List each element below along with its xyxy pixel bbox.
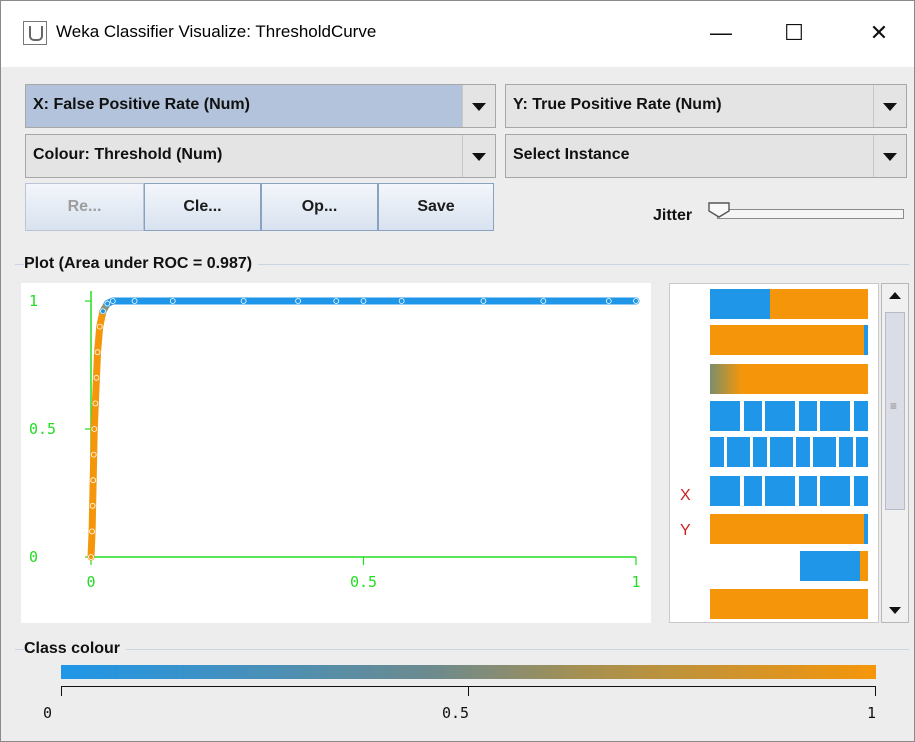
- title-bar: Weka Classifier Visualize: ThresholdCurv…: [1, 1, 914, 67]
- x-tick-label: 1: [631, 573, 640, 591]
- reset-button[interactable]: Re...: [25, 183, 144, 231]
- attribute-bar[interactable]: [710, 437, 868, 467]
- jitter-label: Jitter: [653, 207, 693, 224]
- chevron-down-icon[interactable]: [873, 135, 906, 177]
- roc-curve-segment: [94, 323, 104, 356]
- attribute-panel-scrollbar[interactable]: [881, 283, 909, 623]
- attribute-bars-panel[interactable]: X Y: [669, 283, 879, 623]
- roc-point: [398, 298, 405, 304]
- instance-select-label: Select Instance: [513, 146, 630, 163]
- colour-scale-tick: [875, 686, 876, 696]
- roc-point: [295, 298, 302, 304]
- x-axis-select[interactable]: X: False Positive Rate (Num): [25, 84, 496, 128]
- x-axis-marker: X: [680, 487, 691, 504]
- weka-visualize-window: Weka Classifier Visualize: ThresholdCurv…: [0, 0, 915, 742]
- roc-curve-segment: [91, 374, 100, 407]
- attribute-bar[interactable]: [710, 289, 868, 319]
- roc-point: [92, 400, 99, 407]
- roc-point: [109, 298, 116, 304]
- class-colour-group-label: Class colour: [24, 640, 127, 658]
- roc-point: [240, 298, 247, 304]
- colour-select[interactable]: Colour: Threshold (Num): [25, 134, 496, 178]
- roc-curve-segment: [89, 451, 98, 484]
- roc-point: [169, 298, 176, 304]
- class-colour-gradient-bar: [61, 665, 876, 679]
- y-tick-label: 1: [29, 292, 38, 310]
- y-tick-label: 0.5: [29, 420, 56, 438]
- x-tick-label: 0.5: [350, 573, 377, 591]
- attribute-bar[interactable]: [710, 514, 868, 544]
- attribute-bar[interactable]: [710, 401, 868, 431]
- roc-plot-area[interactable]: 0 0 0.5 0.5 1 1: [21, 283, 651, 623]
- chevron-down-icon[interactable]: [873, 85, 906, 127]
- minimize-button[interactable]: —: [701, 15, 741, 51]
- colour-scale-label-mid: 0.5: [442, 704, 470, 722]
- class-colour-group-border: [15, 649, 909, 650]
- attribute-bar[interactable]: [710, 476, 868, 506]
- roc-point: [605, 298, 612, 304]
- roc-point: [89, 502, 96, 509]
- x-axis-select-label: X: False Positive Rate (Num): [33, 96, 250, 113]
- x-tick-label: 0: [86, 573, 95, 591]
- roc-point: [90, 477, 97, 484]
- roc-curve-segment: [90, 425, 98, 459]
- y-axis-marker: Y: [680, 522, 691, 539]
- roc-curve-segment: [87, 527, 96, 561]
- clear-button[interactable]: Cle...: [144, 183, 261, 231]
- close-button[interactable]: ✕: [859, 15, 899, 51]
- jitter-slider-track[interactable]: [717, 209, 904, 219]
- roc-point: [131, 298, 138, 304]
- colour-scale-label-high: 1: [867, 704, 877, 722]
- roc-point: [540, 298, 547, 304]
- plot-group-label: Plot (Area under ROC = 0.987): [24, 255, 259, 273]
- roc-curve-segment: [88, 502, 97, 535]
- roc-point: [91, 426, 98, 432]
- roc-point: [333, 298, 340, 304]
- jitter-slider-thumb[interactable]: [707, 202, 731, 218]
- roc-point: [96, 323, 103, 330]
- attribute-bar[interactable]: [710, 364, 868, 394]
- colour-scale-tick: [61, 686, 62, 696]
- open-button[interactable]: Op...: [261, 183, 378, 231]
- colour-select-label: Colour: Threshold (Num): [33, 146, 223, 163]
- scrollbar-thumb[interactable]: [885, 312, 905, 510]
- instance-select[interactable]: Select Instance: [505, 134, 907, 178]
- attribute-bar[interactable]: [710, 325, 868, 355]
- roc-curve-segment: [89, 476, 97, 510]
- chevron-down-icon[interactable]: [462, 135, 495, 177]
- roc-point: [93, 374, 100, 381]
- roc-point: [89, 528, 95, 535]
- roc-point: [90, 451, 97, 458]
- roc-point: [94, 349, 101, 356]
- roc-point: [633, 298, 639, 304]
- attribute-bar[interactable]: [710, 551, 868, 581]
- y-tick-label: 0: [29, 548, 38, 566]
- save-button[interactable]: Save: [378, 183, 494, 231]
- java-cup-icon: [23, 21, 47, 45]
- roc-plot-svg: 0 0 0.5 0.5 1 1: [29, 291, 641, 591]
- roc-curve-segment: [92, 348, 102, 382]
- attribute-bar[interactable]: [710, 589, 868, 619]
- y-axis-select[interactable]: Y: True Positive Rate (Num): [505, 84, 907, 128]
- roc-curve-segment: [90, 399, 99, 433]
- chevron-down-icon[interactable]: [462, 85, 495, 127]
- maximize-button[interactable]: ☐: [774, 15, 814, 51]
- window-title: Weka Classifier Visualize: ThresholdCurv…: [56, 22, 377, 41]
- roc-point: [100, 308, 106, 315]
- roc-point: [104, 300, 111, 307]
- roc-point: [88, 554, 94, 560]
- roc-point: [360, 298, 367, 304]
- y-axis-select-label: Y: True Positive Rate (Num): [513, 96, 722, 113]
- scroll-down-arrow-icon[interactable]: [882, 598, 908, 622]
- roc-point: [480, 298, 487, 304]
- colour-scale-label-low: 0: [43, 704, 53, 722]
- scroll-up-arrow-icon[interactable]: [882, 284, 908, 308]
- colour-scale-tick: [468, 686, 469, 696]
